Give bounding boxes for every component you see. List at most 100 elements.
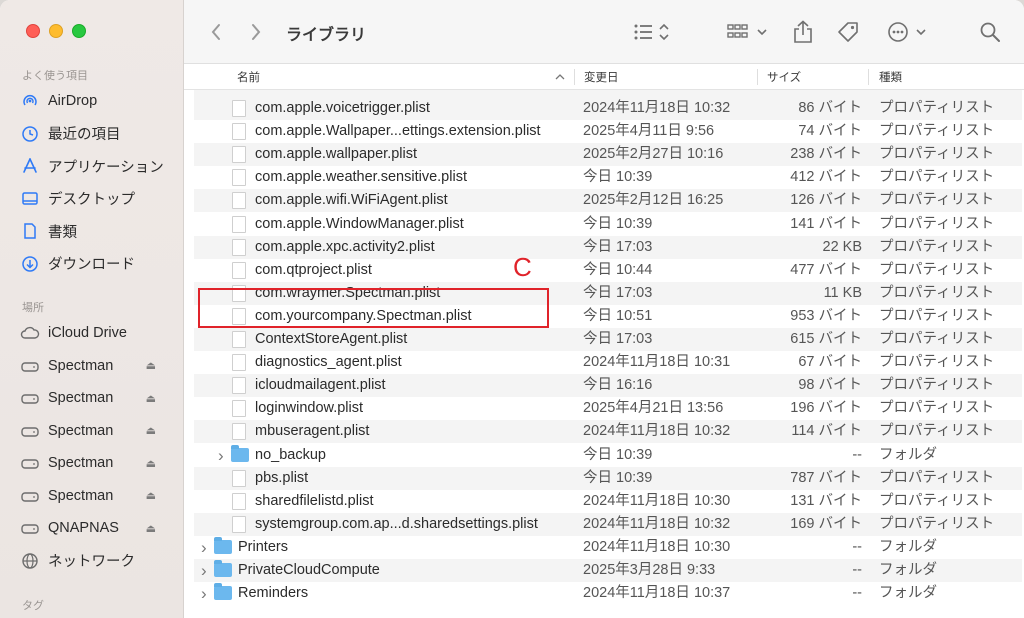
disclosure-chevron-icon[interactable]: › — [201, 559, 207, 582]
file-name: no_backup — [255, 446, 326, 463]
table-row[interactable]: systemgroup.com.ap...d.sharedsettings.pl… — [194, 512, 1022, 536]
table-row[interactable]: › no_backup 今日 10:39 -- フォルダ — [194, 444, 1022, 467]
modified-date: 2024年11月18日 10:32 — [583, 423, 731, 440]
file-size: 169 バイト — [790, 515, 862, 532]
column-header: 名前 変更日 サイズ 種類 — [184, 64, 1024, 90]
modified-date: 2025年2月27日 10:16 — [583, 146, 724, 163]
table-row[interactable]: com.apple.WindowManager.plist 今日 10:39 141… — [194, 213, 1022, 236]
file-size: -- — [852, 538, 862, 555]
sort-chevron-up-icon — [555, 64, 565, 90]
drive-icon — [20, 453, 40, 473]
share-button[interactable] — [789, 18, 817, 46]
file-size: 11 KB — [823, 284, 862, 301]
sidebar-item-recents[interactable]: 最近の項目 — [20, 121, 170, 147]
eject-icon[interactable]: ⏏ — [146, 489, 156, 502]
file-size: 141 バイト — [790, 215, 862, 232]
folder-icon — [214, 560, 232, 577]
sidebar-item-spectman[interactable]: Spectman ⏏ — [20, 418, 170, 444]
view-list-button[interactable] — [630, 18, 674, 46]
file-icon — [232, 261, 246, 279]
sidebar-item-label: ネットワーク — [48, 554, 135, 570]
file-kind: フォルダ — [879, 446, 937, 463]
file-name: Reminders — [238, 585, 309, 602]
sidebar-item-desktop[interactable]: デスクトップ — [20, 186, 170, 212]
table-row[interactable]: diagnostics_agent.plist 2024年11月18日 10:31… — [194, 351, 1022, 374]
column-kind-header[interactable]: 種類 — [879, 64, 902, 90]
minimize-button[interactable] — [49, 24, 63, 38]
table-row[interactable]: sharedfilelistd.plist 2024年11月18日 10:30 13… — [194, 490, 1022, 513]
group-button[interactable] — [724, 18, 772, 46]
file-icon — [232, 377, 246, 395]
table-row[interactable]: com.apple.wallpaper.plist 2025年2月27日 10:1… — [194, 143, 1022, 167]
sidebar-item-spectman[interactable]: Spectman ⏏ — [20, 483, 170, 509]
window-controls — [26, 24, 86, 38]
eject-icon[interactable]: ⏏ — [146, 359, 156, 372]
airdrop-icon — [20, 91, 40, 111]
sidebar-item-applications[interactable]: アプリケーション — [20, 153, 170, 179]
modified-date: 今日 17:03 — [583, 331, 653, 347]
eject-icon[interactable]: ⏏ — [146, 522, 156, 535]
table-row[interactable]: com.qtproject.plist 今日 10:44 477 バイト プロパティリ… — [194, 259, 1022, 282]
modified-date: 2025年2月12日 16:25 — [583, 192, 724, 209]
action-button[interactable] — [886, 18, 932, 46]
search-button[interactable] — [976, 18, 1004, 46]
table-row[interactable]: ContextStoreAgent.plist 今日 17:03 615 バイト プロ… — [194, 328, 1022, 351]
sidebar-item-label: Spectman — [48, 390, 114, 406]
table-row[interactable] — [194, 605, 1022, 618]
table-row[interactable]: loginwindow.plist 2025年4月21日 13:56 196 バイト… — [194, 397, 1022, 420]
sidebar-item-icloud-drive[interactable]: iCloud Drive — [20, 320, 170, 346]
eject-icon[interactable]: ⏏ — [146, 424, 156, 437]
table-row[interactable]: com.apple.weather.sensitive.plist 今日 10:3… — [194, 166, 1022, 189]
file-icon — [232, 492, 246, 510]
table-row[interactable]: mbuseragent.plist 2024年11月18日 10:32 114 バイ… — [194, 420, 1022, 444]
file-name: com.apple.Wallpaper...ettings.extension.… — [255, 123, 541, 140]
table-row[interactable]: com.apple.xpc.activity2.plist 今日 17:03 22 … — [194, 235, 1022, 259]
sidebar-item-spectman[interactable]: Spectman ⏏ — [20, 450, 170, 476]
eject-icon[interactable]: ⏏ — [146, 392, 156, 405]
sidebar-item-label: Spectman — [48, 455, 114, 471]
column-date-header[interactable]: 変更日 — [584, 64, 619, 90]
file-name: sharedfilelistd.plist — [255, 492, 374, 509]
disclosure-chevron-icon[interactable]: › — [201, 536, 207, 559]
file-icon — [232, 123, 246, 141]
file-size: 787 バイト — [790, 469, 862, 486]
sidebar-item-spectman[interactable]: Spectman ⏏ — [20, 385, 170, 411]
table-row[interactable]: › Reminders 2024年11月18日 10:37 -- フォルダ — [194, 582, 1022, 605]
table-row[interactable]: com.apple.wifi.WiFiAgent.plist 2025年2月12日… — [194, 189, 1022, 213]
sidebar-item-item[interactable]: ネットワーク — [20, 548, 170, 574]
forward-button[interactable] — [244, 18, 268, 46]
sidebar-item-spectman[interactable]: Spectman ⏏ — [20, 353, 170, 379]
table-row[interactable] — [194, 90, 1022, 97]
file-size: 238 バイト — [790, 146, 862, 163]
table-row[interactable]: › PrivateCloudCompute 2025年3月28日 9:33 -- フォル… — [194, 559, 1022, 582]
file-name: loginwindow.plist — [255, 400, 364, 417]
sidebar-item-airdrop[interactable]: AirDrop — [20, 88, 170, 114]
table-row[interactable]: com.apple.voicetrigger.plist 2024年11月18日 … — [194, 97, 1022, 120]
table-row[interactable]: icloudmailagent.plist 今日 16:16 98 バイト プロパティ… — [194, 374, 1022, 398]
eject-icon[interactable]: ⏏ — [146, 457, 156, 470]
table-row[interactable]: pbs.plist 今日 10:39 787 バイト プロパティリスト — [194, 466, 1022, 490]
file-size: 74 バイト — [798, 123, 862, 140]
sidebar-item-documents[interactable]: 書類 — [20, 218, 170, 244]
file-name: PrivateCloudCompute — [238, 562, 380, 578]
sidebar-item-downloads[interactable]: ダウンロード — [20, 251, 170, 277]
column-size-header[interactable]: サイズ — [767, 64, 801, 90]
back-button[interactable] — [204, 18, 228, 46]
disclosure-chevron-icon[interactable]: › — [201, 582, 207, 605]
table-row[interactable]: › Printers 2024年11月18日 10:30 -- フォルダ — [194, 536, 1022, 559]
file-kind: プロパティリスト — [879, 492, 995, 509]
column-name-header[interactable]: 名前 — [237, 64, 260, 90]
annotation-label: C — [513, 252, 532, 282]
file-icon — [232, 238, 246, 256]
sidebar-item-qnapnas[interactable]: QNAPNAS ⏏ — [20, 515, 170, 541]
disclosure-chevron-icon[interactable]: › — [218, 444, 224, 467]
table-row[interactable]: com.apple.Wallpaper...ettings.extension.… — [194, 120, 1022, 143]
modified-date: 2024年11月18日 10:31 — [583, 354, 731, 371]
zoom-button[interactable] — [72, 24, 86, 38]
modified-date: 今日 10:39 — [583, 469, 653, 486]
window-title: ライブラリ — [286, 27, 367, 44]
grid-icon — [727, 24, 767, 38]
column-separator — [574, 69, 575, 85]
close-button[interactable] — [26, 24, 40, 38]
tag-button[interactable] — [834, 18, 862, 46]
